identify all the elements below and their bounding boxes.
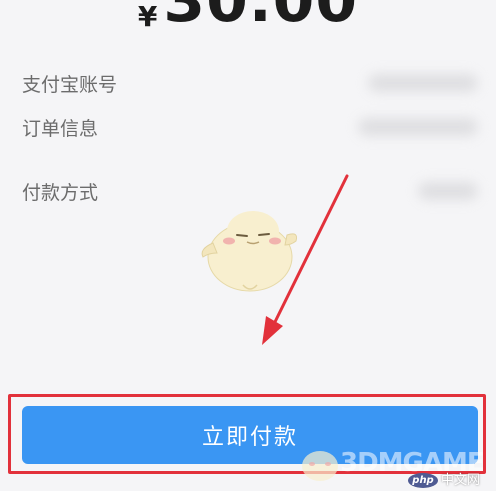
order-info-label: 订单信息 [22, 118, 99, 140]
pay-now-button[interactable]: 立即付款 [22, 406, 478, 464]
alipay-account-value-blurred [368, 74, 478, 92]
order-info-value-blurred [358, 118, 478, 136]
currency-symbol: ¥ [137, 0, 158, 33]
amount-value: 30.00 [163, 0, 359, 36]
payment-method-value-blurred [418, 182, 478, 200]
chick-mascot-icon [201, 211, 298, 292]
php-logo-icon: php [408, 473, 438, 488]
alipay-account-label: 支付宝账号 [22, 74, 118, 96]
payment-method-label: 付款方式 [22, 182, 99, 204]
php-site-text: 中文网 [441, 473, 481, 488]
php-cn-logo: php 中文网 [408, 472, 486, 490]
payment-amount: ¥30.00 [0, 0, 496, 36]
alipay-account-row: 支付宝账号 [22, 64, 478, 100]
payment-method-row[interactable]: 付款方式 [22, 172, 478, 208]
order-info-row: 订单信息 [22, 108, 478, 144]
